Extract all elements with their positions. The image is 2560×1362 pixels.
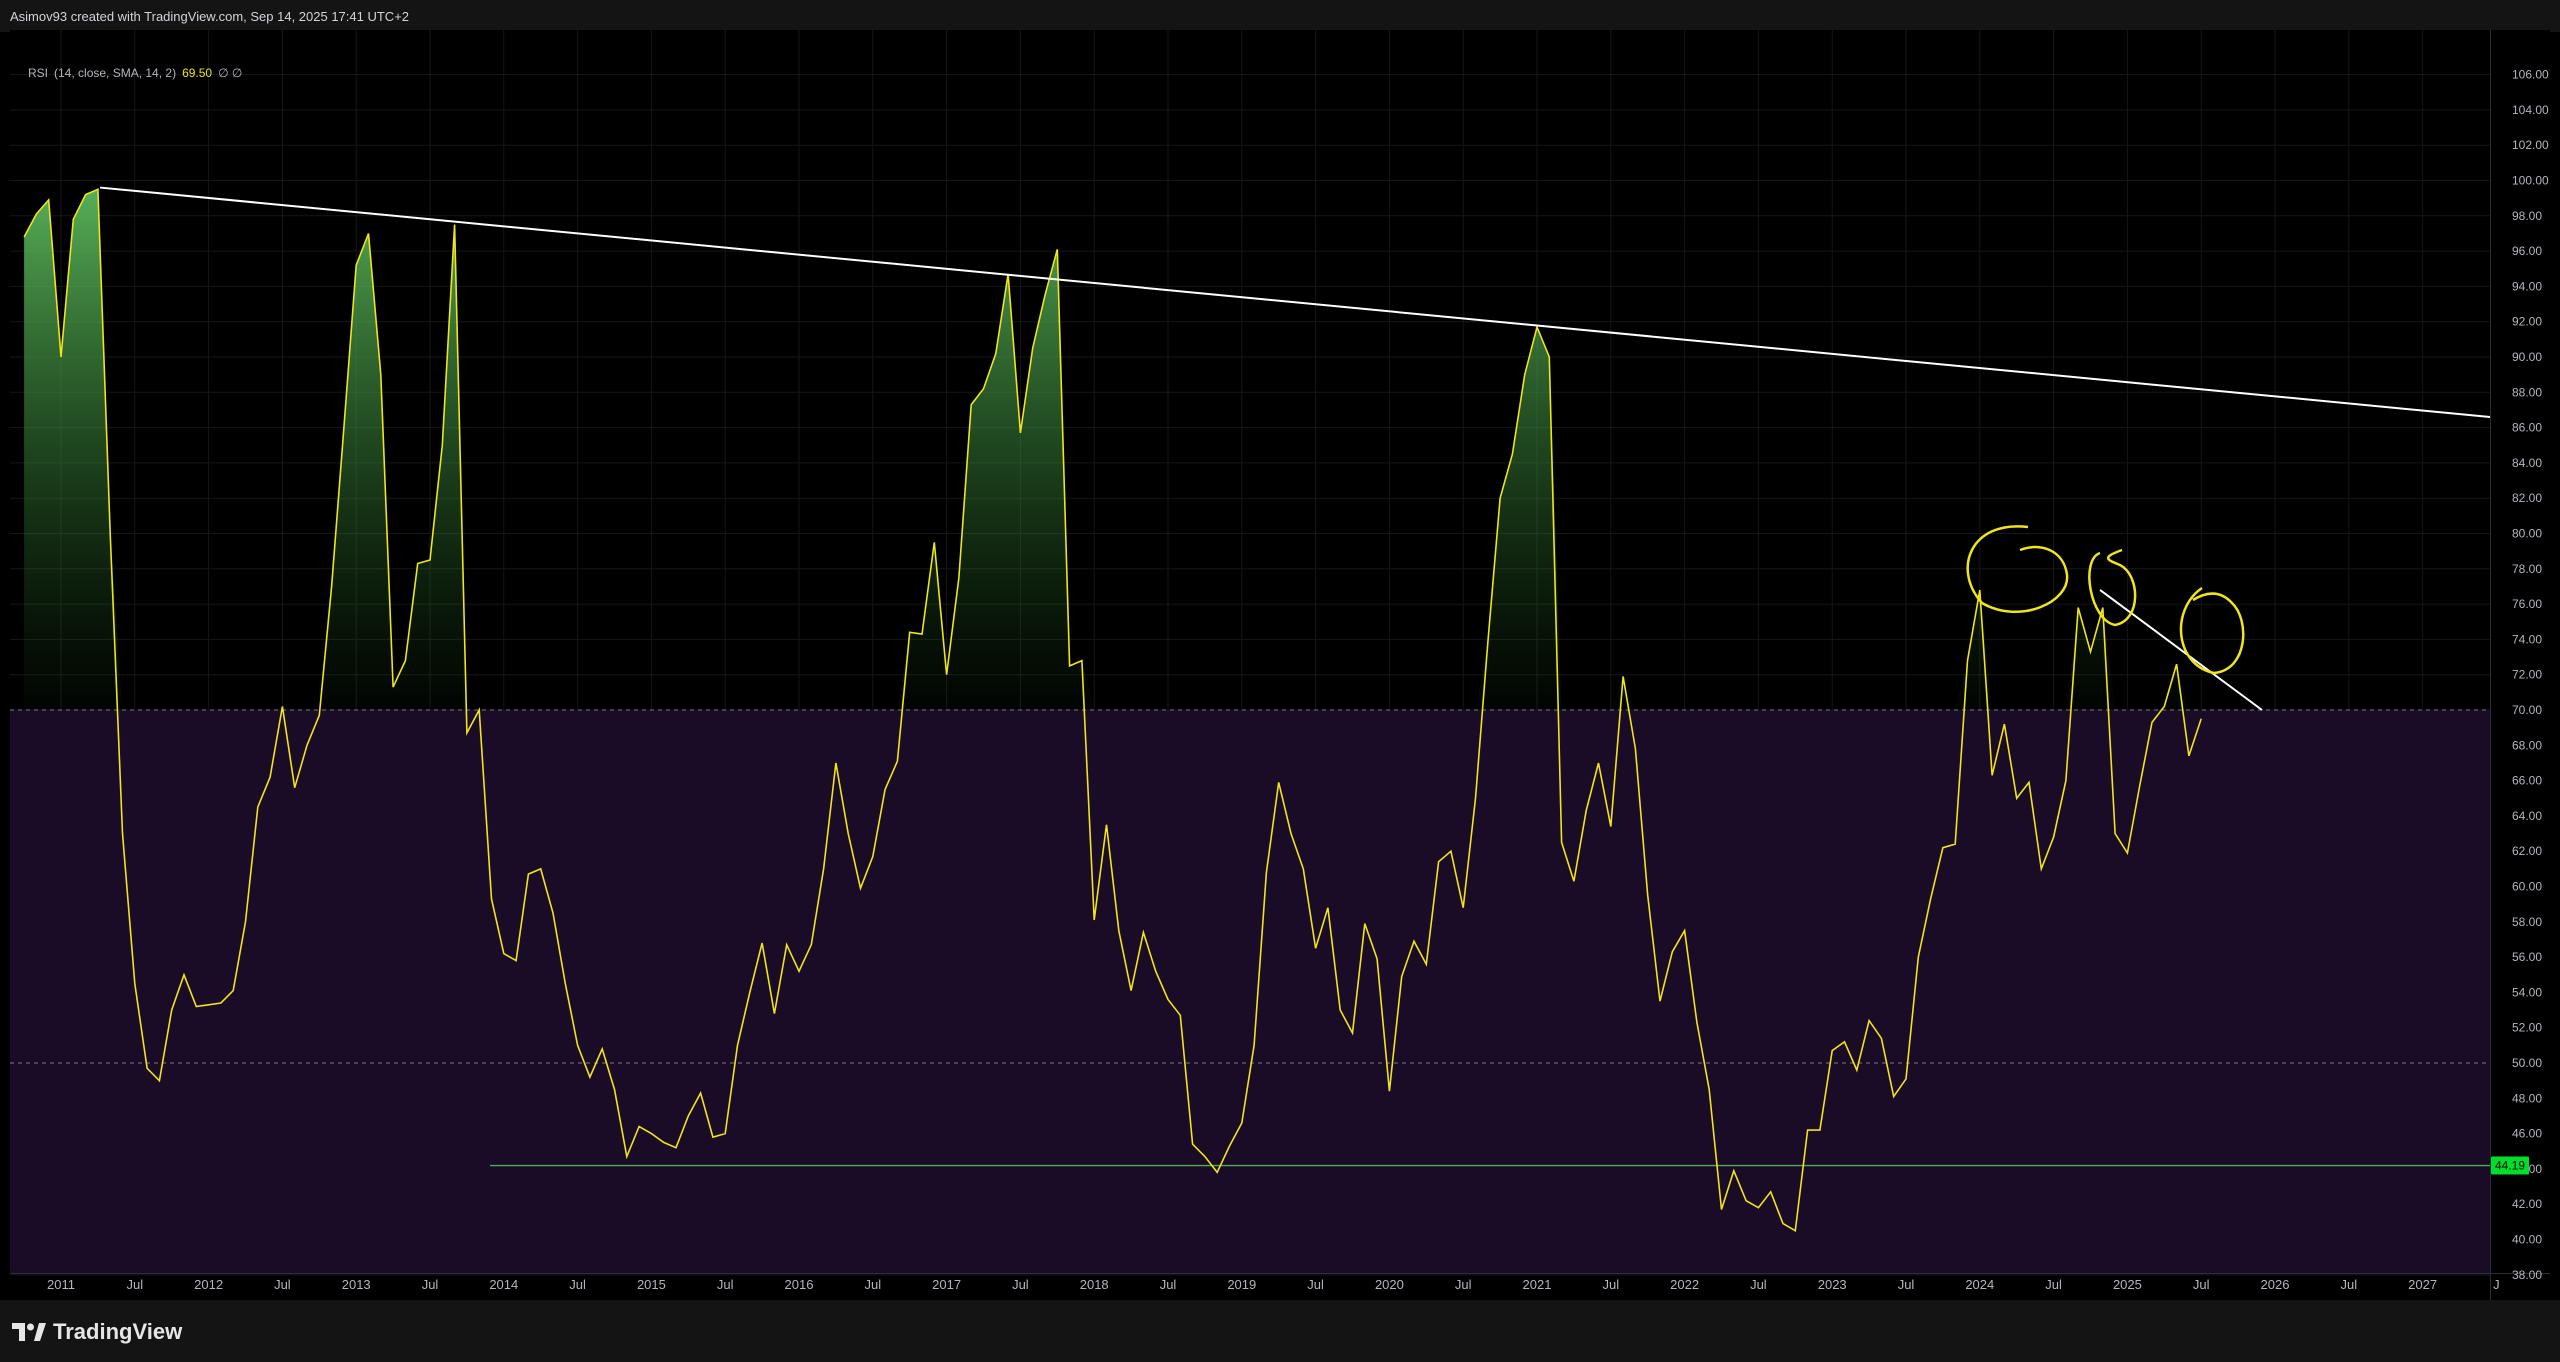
x-tick-label: Jul — [1750, 1277, 1767, 1292]
legend-name: RSI — [28, 66, 49, 80]
y-tick-label: 86.00 — [2512, 421, 2542, 435]
x-tick-label: 2013 — [342, 1277, 371, 1292]
attribution-bar: Asimov93 created with TradingView.com, S… — [0, 0, 2560, 32]
y-tick-label: 48.00 — [2512, 1091, 2542, 1105]
y-tick-label: 80.00 — [2512, 527, 2542, 541]
legend-params: (14, close, SMA, 14, 2) — [54, 66, 177, 80]
y-tick-label: 46.00 — [2512, 1127, 2542, 1141]
x-tick-label: 2023 — [1818, 1277, 1847, 1292]
y-tick-label: 92.00 — [2512, 315, 2542, 329]
indicator-legend[interactable]: RSI (14, close, SMA, 14, 2) 69.50 ∅ ∅ — [28, 66, 242, 80]
x-tick-label: 2018 — [1080, 1277, 1109, 1292]
x-tick-label: Jul — [1307, 1277, 1324, 1292]
x-tick-label: Jul — [2045, 1277, 2062, 1292]
y-tick-label: 56.00 — [2512, 950, 2542, 964]
y-tick-label: 66.00 — [2512, 774, 2542, 788]
y-tick-label: 42.00 — [2512, 1197, 2542, 1211]
x-tick-label: Jul — [1898, 1277, 1915, 1292]
y-tick-label: 58.00 — [2512, 915, 2542, 929]
y-tick-label: 72.00 — [2512, 668, 2542, 682]
y-tick-label: 60.00 — [2512, 880, 2542, 894]
x-tick-label: Jul — [569, 1277, 586, 1292]
tradingview-icon — [12, 1323, 46, 1341]
y-tick-label: 54.00 — [2512, 985, 2542, 999]
y-tick-label: 74.00 — [2512, 632, 2542, 646]
y-tick-label: 50.00 — [2512, 1056, 2542, 1070]
x-tick-label: 2011 — [47, 1277, 75, 1292]
x-tick-label: Jul — [2193, 1277, 2210, 1292]
x-tick-label: Jul — [1602, 1277, 1619, 1292]
y-tick-label: 52.00 — [2512, 1021, 2542, 1035]
rsi-band-fill — [10, 710, 2490, 1273]
x-tick-label: 2015 — [637, 1277, 666, 1292]
y-tick-label: 106.00 — [2512, 68, 2549, 82]
brand-name: TradingView — [53, 1319, 183, 1344]
x-tick-label: 2026 — [2261, 1277, 2290, 1292]
y-tick-label: 78.00 — [2512, 562, 2542, 576]
x-tick-label: 2024 — [1965, 1277, 1994, 1292]
x-tick-label: Jul — [864, 1277, 881, 1292]
footer-bar: TradingView — [0, 1300, 2560, 1362]
x-tick-label: Jul — [422, 1277, 439, 1292]
chart-pane[interactable]: 2011 Jul 2012 Jul 2013 Jul 2014 Jul 2015 Jul 2016 J… — [10, 30, 2550, 1300]
y-tick-label: 104.00 — [2512, 103, 2549, 117]
y-tick-label: 94.00 — [2512, 279, 2542, 293]
price-badge-label: 44.19 — [2495, 1159, 2525, 1173]
x-tick-label: Jul — [1012, 1277, 1029, 1292]
y-tick-label: 40.00 — [2512, 1233, 2542, 1247]
y-tick-label: 68.00 — [2512, 738, 2542, 752]
x-tick-label: 2014 — [489, 1277, 518, 1292]
y-tick-label: 88.00 — [2512, 385, 2542, 399]
x-tick-label: Jul — [274, 1277, 291, 1292]
x-tick-label: 2017 — [932, 1277, 961, 1292]
x-tick-label: 2012 — [194, 1277, 223, 1292]
y-tick-label: 38.00 — [2512, 1268, 2542, 1282]
rsi-chart[interactable]: 2011 Jul 2012 Jul 2013 Jul 2014 Jul 2015 Jul 2016 J… — [10, 30, 2550, 1300]
x-tick-label: Jul — [2340, 1277, 2357, 1292]
y-tick-label: 76.00 — [2512, 597, 2542, 611]
x-tick-label: 2021 — [1523, 1277, 1552, 1292]
x-tick-label: J — [2493, 1277, 2500, 1292]
y-tick-label: 62.00 — [2512, 844, 2542, 858]
attribution-text: Asimov93 created with TradingView.com, S… — [10, 9, 410, 24]
x-tick-label: 2022 — [1670, 1277, 1699, 1292]
x-tick-label: Jul — [1160, 1277, 1177, 1292]
legend-value: 69.50 — [182, 66, 213, 80]
x-tick-label: 2016 — [785, 1277, 814, 1292]
y-tick-label: 100.00 — [2512, 174, 2549, 188]
x-tick-label: Jul — [126, 1277, 143, 1292]
x-tick-label: 2025 — [2113, 1277, 2142, 1292]
y-tick-label: 82.00 — [2512, 491, 2542, 505]
y-tick-label: 64.00 — [2512, 809, 2542, 823]
x-tick-label: Jul — [1455, 1277, 1472, 1292]
y-tick-label: 90.00 — [2512, 350, 2542, 364]
x-tick-label: 2020 — [1375, 1277, 1404, 1292]
y-tick-label: 84.00 — [2512, 456, 2542, 470]
x-tick-label: Jul — [717, 1277, 734, 1292]
y-tick-label: 96.00 — [2512, 244, 2542, 258]
x-tick-label: 2019 — [1227, 1277, 1256, 1292]
x-tick-label: 2027 — [2408, 1277, 2437, 1292]
legend-extra: ∅ ∅ — [218, 66, 243, 80]
y-tick-label: 102.00 — [2512, 138, 2549, 152]
tradingview-logo[interactable]: TradingView — [12, 1319, 182, 1345]
y-tick-label: 98.00 — [2512, 209, 2542, 223]
y-tick-label: 70.00 — [2512, 703, 2542, 717]
